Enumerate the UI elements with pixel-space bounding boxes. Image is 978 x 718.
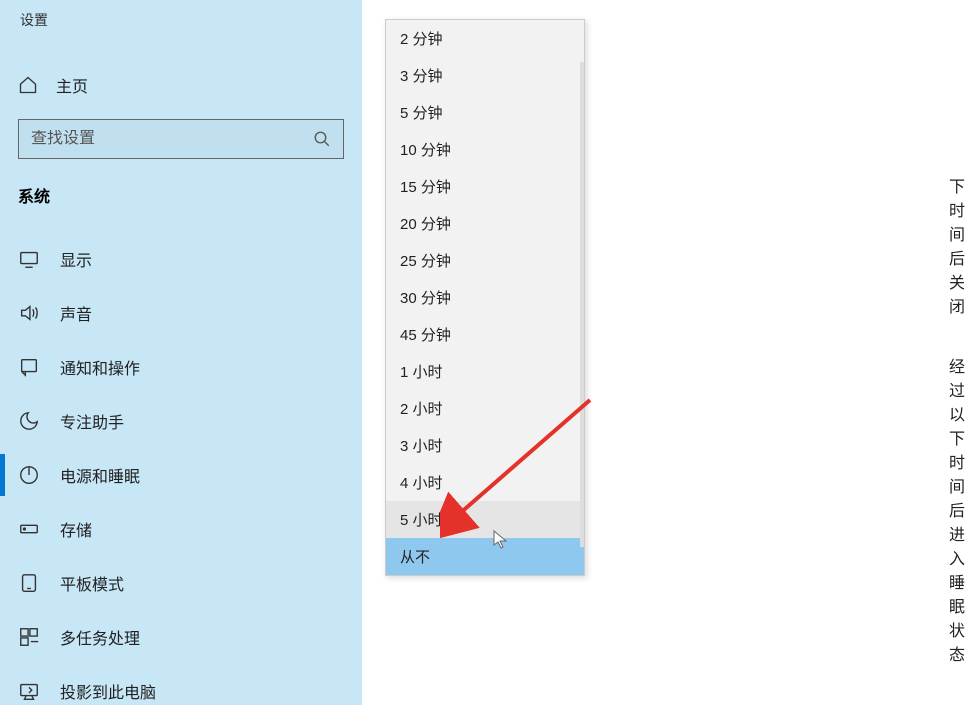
sleep-hint: 经过以下时间后进入睡眠状态 xyxy=(949,353,978,665)
dropdown-option[interactable]: 2 小时 xyxy=(386,390,584,427)
home-icon xyxy=(18,75,38,95)
dropdown-option[interactable]: 5 小时 xyxy=(386,501,584,538)
nav-label: 通知和操作 xyxy=(60,355,140,379)
nav-label: 声音 xyxy=(60,301,92,325)
dropdown-scrollbar[interactable] xyxy=(580,62,584,547)
nav-label: 电源和睡眠 xyxy=(60,463,140,487)
nav-label: 平板模式 xyxy=(60,571,124,595)
dropdown-option[interactable]: 30 分钟 xyxy=(386,279,584,316)
dropdown-option[interactable]: 2 分钟 xyxy=(386,20,584,57)
display-icon xyxy=(18,248,40,270)
nav-item-notifications[interactable]: 通知和操作 xyxy=(0,340,362,394)
home-link[interactable]: 主页 xyxy=(18,73,88,97)
nav-label: 显示 xyxy=(60,247,92,271)
nav-item-tablet[interactable]: 平板模式 xyxy=(0,556,362,610)
screen-off-hint: 下时间后关闭 xyxy=(949,173,978,317)
nav-item-storage[interactable]: 存储 xyxy=(0,502,362,556)
settings-title: 设置 xyxy=(20,10,48,30)
storage-icon xyxy=(18,518,40,540)
search-icon xyxy=(313,130,331,148)
multitask-icon xyxy=(18,626,40,648)
search-box[interactable] xyxy=(18,119,344,159)
notification-icon xyxy=(18,356,40,378)
dropdown-option[interactable]: 4 小时 xyxy=(386,464,584,501)
nav-item-sound[interactable]: 声音 xyxy=(0,286,362,340)
nav-item-power[interactable]: 电源和睡眠 xyxy=(0,448,362,502)
dropdown-option[interactable]: 1 小时 xyxy=(386,353,584,390)
dropdown-option-never[interactable]: 从不 xyxy=(386,538,584,575)
dropdown-option[interactable]: 5 分钟 xyxy=(386,94,584,131)
section-label: 系统 xyxy=(18,183,50,207)
dropdown-option[interactable]: 10 分钟 xyxy=(386,131,584,168)
nav-label: 投影到此电脑 xyxy=(60,679,156,703)
settings-sidebar: 设置 主页 系统 显示 声音 xyxy=(0,0,362,705)
nav-label: 多任务处理 xyxy=(60,625,140,649)
dropdown-option[interactable]: 20 分钟 xyxy=(386,205,584,242)
sound-icon xyxy=(18,302,40,324)
focus-icon xyxy=(18,410,40,432)
home-label: 主页 xyxy=(56,73,88,97)
dropdown-option[interactable]: 3 分钟 xyxy=(386,57,584,94)
dropdown-option[interactable]: 25 分钟 xyxy=(386,242,584,279)
dropdown-option[interactable]: 3 小时 xyxy=(386,427,584,464)
nav-item-project[interactable]: 投影到此电脑 xyxy=(0,664,362,718)
dropdown-option[interactable]: 45 分钟 xyxy=(386,316,584,353)
nav-item-focus[interactable]: 专注助手 xyxy=(0,394,362,448)
nav-label: 专注助手 xyxy=(60,409,124,433)
nav-item-display[interactable]: 显示 xyxy=(0,232,362,286)
power-icon xyxy=(18,464,40,486)
nav-item-multitask[interactable]: 多任务处理 xyxy=(0,610,362,664)
time-dropdown[interactable]: 2 分钟 3 分钟 5 分钟 10 分钟 15 分钟 20 分钟 25 分钟 3… xyxy=(385,19,585,576)
tablet-icon xyxy=(18,572,40,594)
nav-label: 存储 xyxy=(60,517,92,541)
search-input[interactable] xyxy=(31,130,313,148)
dropdown-option[interactable]: 15 分钟 xyxy=(386,168,584,205)
project-icon xyxy=(18,680,40,702)
nav-list: 显示 声音 通知和操作 专注助手 xyxy=(0,232,362,718)
